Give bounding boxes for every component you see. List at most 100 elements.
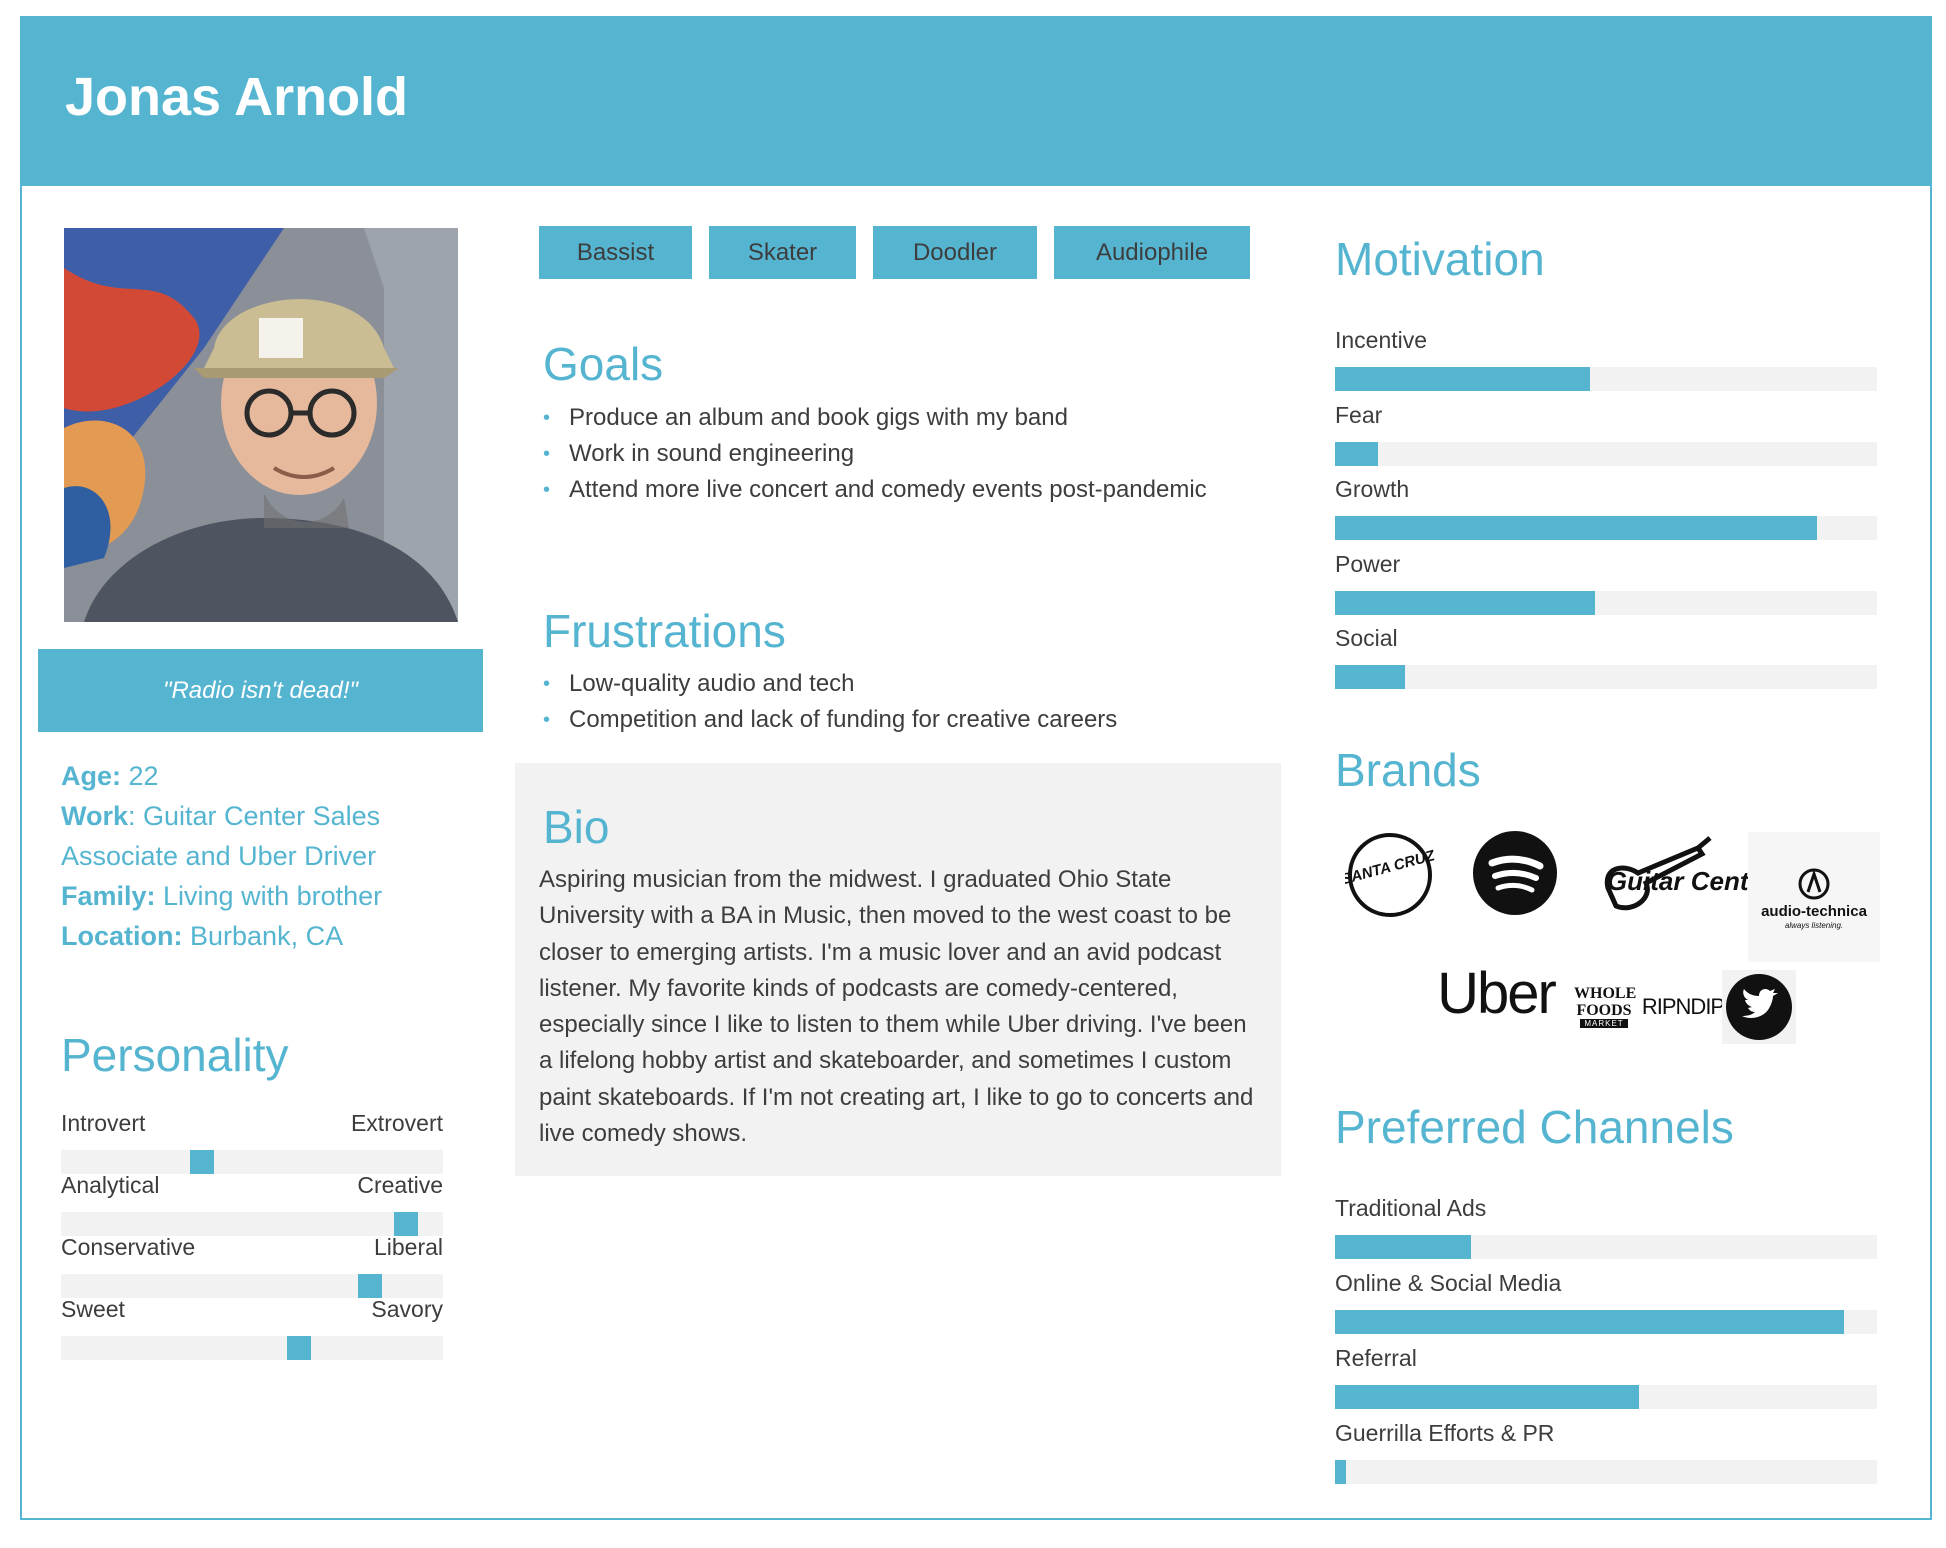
channel-track [1335,1385,1877,1409]
ripndip-text: RIPNDIP [1641,994,1725,1019]
fact-value: Burbank, CA [182,921,344,951]
goals-heading: Goals [543,338,664,390]
motivation-row: Growth [1335,474,1877,540]
persona-facts: Age: 22 Work: Guitar Center Sales Associ… [61,756,431,956]
fact-location: Location: Burbank, CA [61,916,431,956]
personality-marker [394,1212,418,1236]
channel-fill [1335,1235,1471,1259]
motivation-track [1335,441,1877,466]
personality-left-label: Conservative [61,1234,196,1260]
whole-foods-text: WHOLE FOODS [1574,984,1637,1019]
spotify-logo [1472,830,1558,916]
ripndip-logo: RIPNDIP [1641,985,1725,1029]
fact-key: Age: [61,761,121,791]
motivation-fill [1335,367,1590,391]
twitter-logo [1722,970,1796,1044]
personality-left-label: Introvert [61,1110,146,1136]
tag-audiophile: Audiophile [1054,226,1250,279]
personality-scale-labels: Sweet Savory [61,1296,443,1328]
list-item: Attend more live concert and comedy even… [543,472,1207,508]
personality-right-label: Liberal [373,1234,443,1260]
personality-scale-labels: Analytical Creative [61,1172,443,1204]
fact-key: Family: [61,881,156,911]
personality-marker [190,1150,214,1174]
personality-marker [287,1336,311,1360]
channel-label: Referral [1335,1345,1417,1371]
uber-text: Uber [1437,960,1557,1026]
list-item: Competition and lack of funding for crea… [543,702,1117,738]
fact-family: Family: Living with brother [61,876,431,916]
personality-right-label: Savory [371,1296,443,1322]
motivation-fill [1335,516,1817,540]
motivation-track [1335,590,1877,615]
audio-technica-logo: audio-technica always listening. [1748,832,1880,962]
channel-row: Online & Social Media [1335,1268,1877,1334]
channel-fill [1335,1310,1844,1334]
fact-age: Age: 22 [61,756,431,796]
brands-heading: Brands [1335,744,1481,796]
personality-scale: Conservative Liberal [61,1234,443,1298]
personality-scale: Introvert Extrovert [61,1110,443,1174]
personality-track [61,1212,443,1236]
fact-key: Work [61,801,129,831]
bio-heading: Bio [543,801,610,853]
personality-scale-labels: Conservative Liberal [61,1234,443,1266]
channel-track [1335,1235,1877,1259]
motivation-row: Incentive [1335,325,1877,391]
motivation-track [1335,367,1877,391]
motivation-row: Social [1335,623,1877,689]
personality-track [61,1336,443,1360]
personality-scale-labels: Introvert Extrovert [61,1110,443,1142]
personality-heading: Personality [61,1029,289,1081]
channel-label: Guerrilla Efforts & PR [1335,1420,1555,1446]
motivation-label: Fear [1335,401,1383,428]
tag-bassist: Bassist [539,226,692,279]
persona-quote: "Radio isn't dead!" [38,649,483,732]
personality-marker [358,1274,382,1298]
whole-foods-logo: WHOLE FOODS MARKET [1569,978,1639,1034]
motivation-label: Incentive [1335,327,1428,353]
personality-scale: Sweet Savory [61,1296,443,1360]
personality-right-label: Extrovert [350,1110,443,1136]
personality-left-label: Sweet [61,1296,125,1322]
motivation-fill [1335,441,1378,466]
fact-value: Living with brother [155,881,383,911]
channel-label: Online & Social Media [1335,1270,1562,1296]
whole-foods-subtext: MARKET [1580,1018,1628,1028]
motivation-row: Power [1335,549,1877,615]
motivation-fill [1335,665,1405,689]
motivation-heading: Motivation [1335,233,1545,285]
channel-row: Referral [1335,1343,1877,1409]
motivation-fill [1335,590,1595,615]
channel-track [1335,1460,1877,1484]
goals-list: Produce an album and book gigs with my b… [543,400,1207,508]
santa-cruz-logo: SANTA CRUZ [1345,830,1435,920]
tag-skater: Skater [709,226,856,279]
channel-row: Traditional Ads [1335,1193,1877,1259]
fact-key: Location: [61,921,183,951]
personality-scale: Analytical Creative [61,1172,443,1236]
channels-heading: Preferred Channels [1335,1101,1734,1153]
channel-fill [1335,1460,1346,1484]
motivation-label: Growth [1335,476,1410,502]
audio-technica-text: audio-technica [1761,903,1868,920]
persona-photo [64,228,458,622]
personality-track [61,1274,443,1298]
uber-logo: Uber [1425,958,1567,1028]
channel-label: Traditional Ads [1335,1195,1487,1221]
list-item: Low-quality audio and tech [543,666,1117,702]
channel-track [1335,1310,1877,1334]
personality-track [61,1150,443,1174]
frustrations-heading: Frustrations [543,605,786,657]
guitar-center-text: Guitar Center [1607,866,1748,896]
motivation-track [1335,516,1877,540]
channel-row: Guerrilla Efforts & PR [1335,1418,1877,1484]
frustrations-list: Low-quality audio and tech Competition a… [543,666,1117,738]
fact-value: 22 [121,761,159,791]
audio-technica-tagline: always listening. [1785,921,1843,930]
personality-right-label: Creative [357,1172,443,1198]
motivation-row: Fear [1335,400,1877,466]
list-item: Produce an album and book gigs with my b… [543,400,1207,436]
guitar-center-logo: Guitar Center [1598,828,1748,918]
motivation-label: Social [1335,625,1398,651]
